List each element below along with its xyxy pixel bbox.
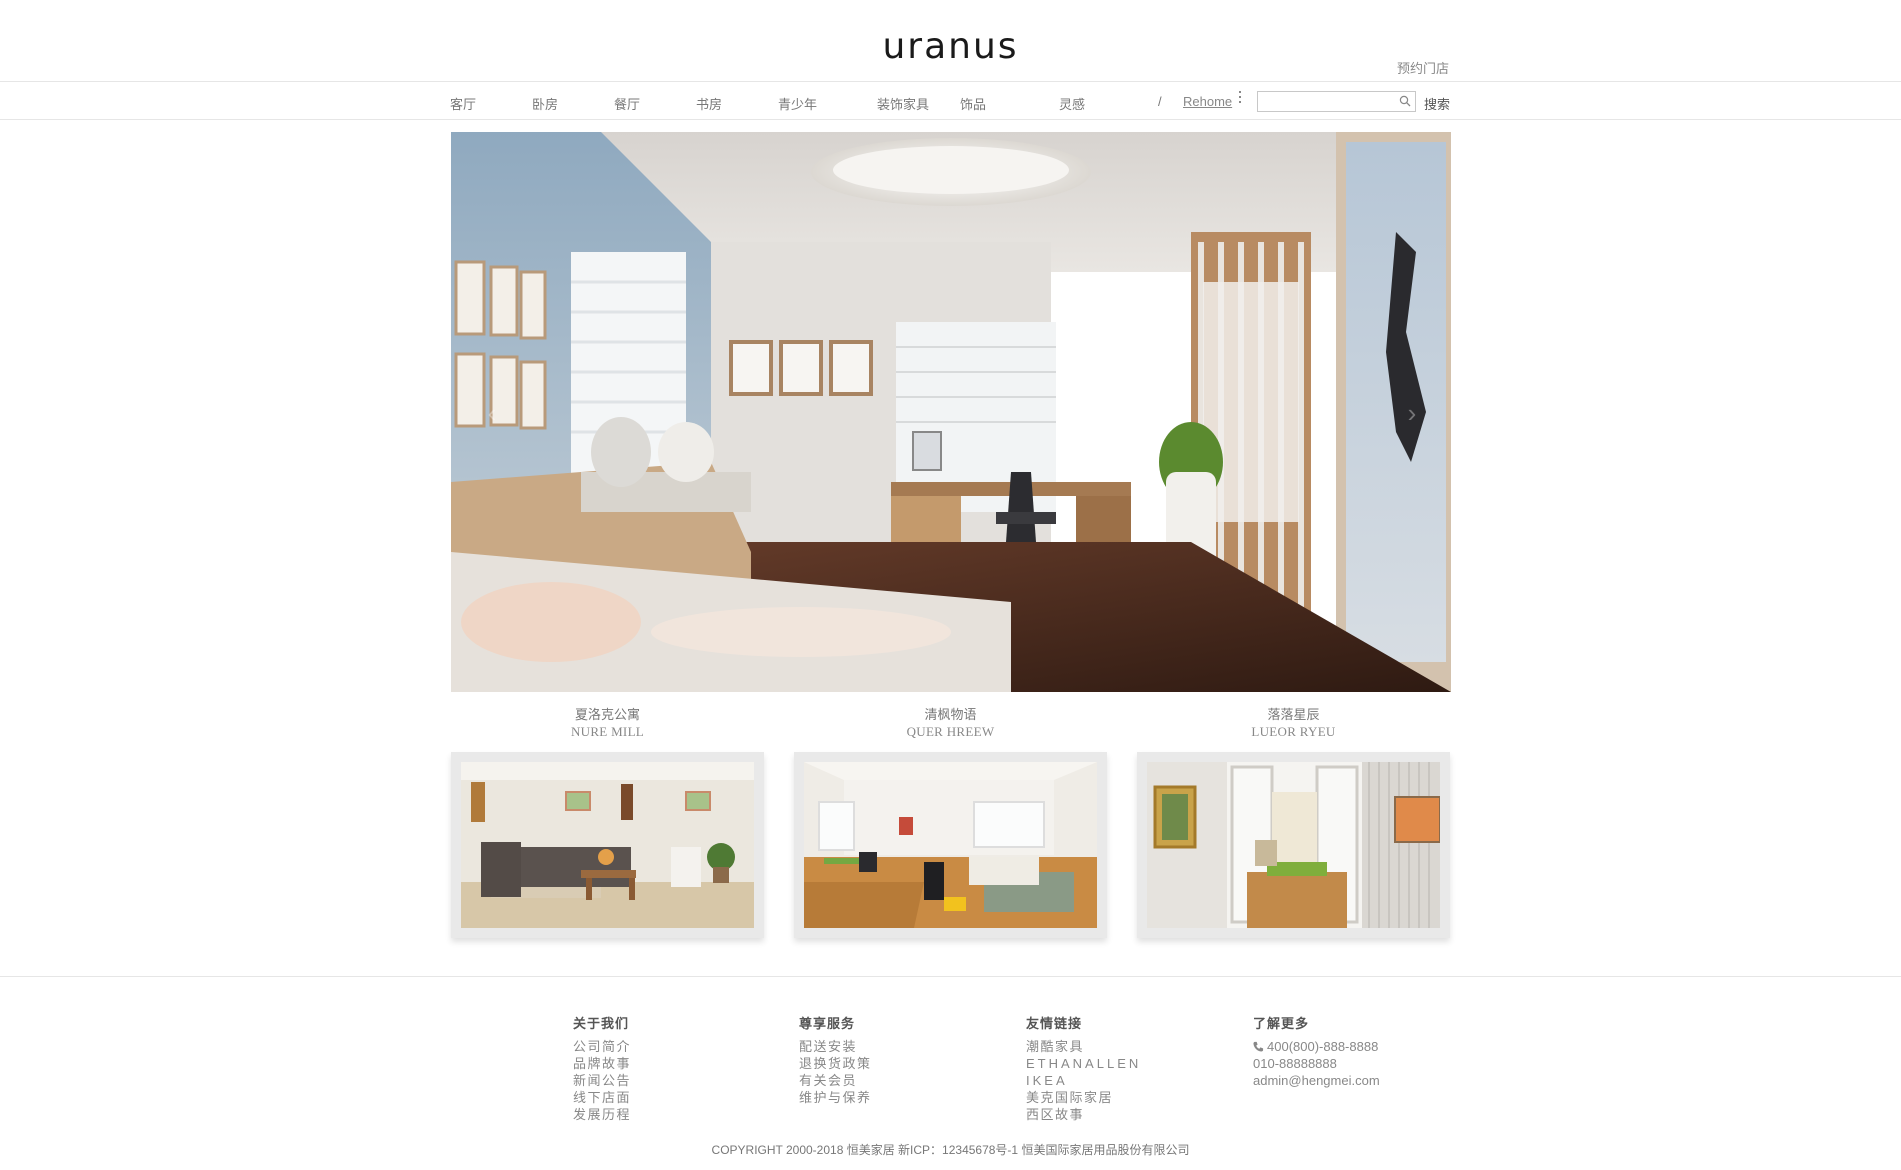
main-nav: 客厅 卧房 餐厅 书房 青少年 装饰家具 饰品 灵感 / Rehome 搜索 [0, 82, 1901, 120]
logo-text[interactable]: uranus [882, 26, 1018, 67]
contact-phone-line: 400(800)-888-8888 [1253, 1038, 1380, 1055]
nav-item-decor-furniture[interactable]: 装饰家具 [877, 94, 929, 113]
site-header: uranus 预约门店 [0, 0, 1901, 82]
footer-link[interactable]: 美克国际家居 [1026, 1089, 1141, 1106]
nav-item-inspiration[interactable]: 灵感 [1059, 94, 1085, 113]
nav-brand-rehome[interactable]: Rehome [1183, 94, 1232, 109]
contact-email[interactable]: admin@hengmei.com [1253, 1072, 1380, 1089]
footer-column-links: 友情链接 潮酷家具 ETHANALLEN IKEA 美克国际家居 西区故事 [1026, 1013, 1141, 1123]
footer-heading: 了解更多 [1253, 1016, 1310, 1031]
chevron-left-icon[interactable]: ‹ [481, 399, 503, 427]
footer-link[interactable]: 维护与保养 [799, 1089, 872, 1106]
nav-item-bedroom[interactable]: 卧房 [532, 94, 558, 113]
site-logo[interactable]: uranus [0, 26, 1901, 67]
feature-title[interactable]: 清枫物语 [794, 706, 1107, 723]
feature-image-card[interactable] [794, 752, 1107, 938]
footer-divider [0, 976, 1901, 977]
search-box [1257, 91, 1416, 112]
footer-link[interactable]: 退换货政策 [799, 1055, 872, 1072]
living-room-sofa-photo [461, 762, 754, 928]
phone-icon [1253, 1041, 1264, 1052]
footer-link[interactable]: 公司简介 [573, 1038, 631, 1055]
nav-item-accessories[interactable]: 饰品 [960, 94, 986, 113]
feature-subtitle: QUER HREEW [906, 724, 995, 739]
footer-link[interactable]: 线下店面 [573, 1089, 631, 1106]
footer-heading: 友情链接 [1026, 1016, 1083, 1031]
hero-banner[interactable]: ‹ › [451, 132, 1451, 694]
nav-separator: / [1158, 94, 1162, 109]
nav-item-study[interactable]: 书房 [696, 94, 722, 113]
footer-link[interactable]: 发展历程 [573, 1106, 631, 1123]
nav-item-living-room[interactable]: 客厅 [450, 94, 476, 113]
footer-link[interactable]: 配送安装 [799, 1038, 872, 1055]
feature-item[interactable]: 清枫物语 QUER HREEW [794, 706, 1107, 938]
copyright-text: COPYRIGHT 2000-2018 恒美家居 新ICP：12345678号-… [711, 1143, 1190, 1157]
footer-column-about: 关于我们 公司简介 品牌故事 新闻公告 线下店面 发展历程 [573, 1013, 631, 1123]
footer-link[interactable]: 西区故事 [1026, 1106, 1141, 1123]
feature-image-card[interactable] [1137, 752, 1450, 938]
feature-image-card[interactable] [451, 752, 764, 938]
feature-item[interactable]: 夏洛克公寓 NURE MILL [451, 706, 764, 938]
feature-subtitle: LUEOR RYEU [1251, 724, 1336, 739]
footer-link[interactable]: ETHANALLEN [1026, 1055, 1141, 1072]
footer-heading: 尊享服务 [799, 1016, 856, 1031]
nav-item-teen[interactable]: 青少年 [778, 94, 817, 113]
footer-link[interactable]: 潮酷家具 [1026, 1038, 1141, 1055]
bedroom-interior-photo [451, 132, 1451, 692]
footer-link[interactable]: 新闻公告 [573, 1072, 631, 1089]
footer-heading: 关于我们 [573, 1016, 630, 1031]
book-store-link[interactable]: 预约门店 [1397, 58, 1449, 77]
contact-phone[interactable]: 400(800)-888-8888 [1267, 1039, 1378, 1054]
search-button[interactable]: 搜索 [1424, 94, 1450, 113]
footer-link[interactable]: 品牌故事 [573, 1055, 631, 1072]
footer-link[interactable]: 有关会员 [799, 1072, 872, 1089]
footer-link[interactable]: IKEA [1026, 1072, 1141, 1089]
feature-subtitle: NURE MILL [570, 724, 645, 739]
more-dots-icon[interactable] [1239, 91, 1242, 105]
footer-column-services: 尊享服务 配送安装 退换货政策 有关会员 维护与保养 [799, 1013, 872, 1106]
search-icon[interactable] [1399, 95, 1411, 107]
chevron-right-icon[interactable]: › [1401, 399, 1423, 427]
search-input[interactable] [1258, 92, 1388, 111]
feature-title[interactable]: 夏洛克公寓 [451, 706, 764, 723]
footer-column-contact: 了解更多 400(800)-888-8888 010-88888888 admi… [1253, 1013, 1380, 1089]
sunroom-living-photo [804, 762, 1097, 928]
feature-title[interactable]: 落落星辰 [1137, 706, 1450, 723]
sliding-door-room-photo [1147, 762, 1440, 928]
nav-item-dining-room[interactable]: 餐厅 [614, 94, 640, 113]
contact-landline[interactable]: 010-88888888 [1253, 1055, 1380, 1072]
feature-item[interactable]: 落落星辰 LUEOR RYEU [1137, 706, 1450, 938]
